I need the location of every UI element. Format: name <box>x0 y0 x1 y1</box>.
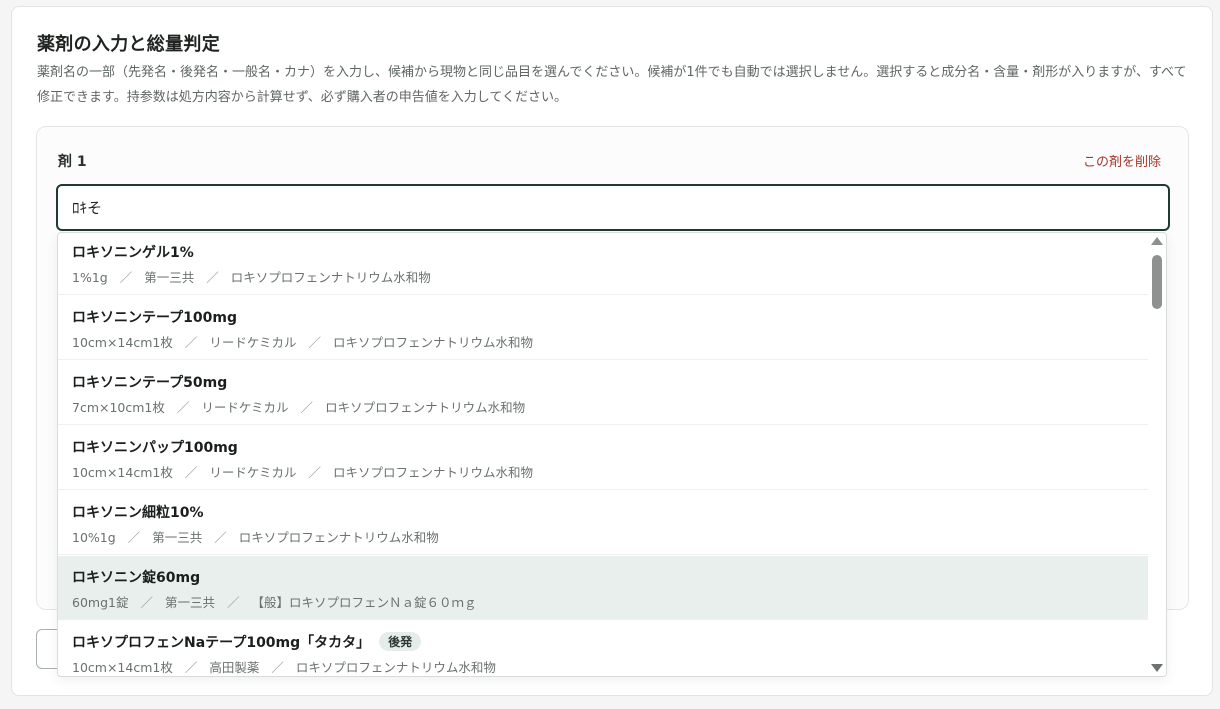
suggestion-spec: 10cm×14cm1枚 <box>72 335 173 350</box>
suggestion-spec: 7cm×10cm1枚 <box>72 400 165 415</box>
suggestion-item[interactable]: ロキソニンパップ100mg 10cm×14cm1枚 ／ リードケミカル ／ ロキソプロフェ… <box>58 426 1148 490</box>
suggestion-maker: 高田製薬 <box>209 660 260 675</box>
suggestion-name: ロキソニンテープ50mg <box>72 372 227 392</box>
separator: ／ <box>308 465 322 480</box>
scroll-up-arrow-icon[interactable] <box>1151 237 1163 245</box>
suggestion-name-text: ロキソニンパップ100mg <box>72 440 238 456</box>
suggestion-ingredient: 【般】ロキソプロフェンＮａ錠６０ｍｇ <box>251 595 477 610</box>
suggestion-spec: 60mg1錠 <box>72 595 129 610</box>
suggestion-detail: 60mg1錠 ／ 第一三共 ／ 【般】ロキソプロフェンＮａ錠６０ｍｇ <box>72 592 477 611</box>
separator: ／ <box>184 465 198 480</box>
suggestion-name-text: ロキソニンゲル1% <box>72 245 194 261</box>
suggestion-ingredient: ロキソプロフェンナトリウム水和物 <box>295 660 496 675</box>
suggestion-maker: 第一三共 <box>152 530 203 545</box>
suggestion-name: ロキソニンパップ100mg <box>72 437 238 457</box>
suggestion-item[interactable]: ロキソニンゲル1% 1%1g ／ 第一三共 ／ ロキソプロフェンナトリウム水和物 <box>58 233 1148 295</box>
suggestion-maker: 第一三共 <box>165 595 216 610</box>
suggestion-ingredient: ロキソプロフェンナトリウム水和物 <box>333 465 534 480</box>
separator: ／ <box>184 660 198 675</box>
suggestion-maker: リードケミカル <box>201 400 289 415</box>
suggestion-name-text: ロキソプロフェンNaテープ100mg「タカタ」 <box>72 635 371 651</box>
suggestion-detail: 10cm×14cm1枚 ／ 高田製薬 ／ ロキソプロフェンナトリウム水和物 <box>72 657 496 676</box>
suggestion-item[interactable]: ロキソニンテープ100mg 10cm×14cm1枚 ／ リードケミカル ／ ロキソプロフェ… <box>58 296 1148 360</box>
separator: ／ <box>140 595 153 610</box>
section-description: 薬剤名の一部（先発名・後発名・一般名・カナ）を入力し、候補から現物と同じ品目を選… <box>37 65 1187 105</box>
section-title: 薬剤の入力と総量判定 <box>37 34 220 55</box>
suggestion-ingredient: ロキソプロフェンナトリウム水和物 <box>325 400 526 415</box>
separator: ／ <box>214 530 227 545</box>
suggestion-item[interactable]: ロキソニン錠60mg 60mg1錠 ／ 第一三共 ／ 【般】ロキソプロフェンＮａ錠６０ｍｇ <box>58 556 1148 620</box>
suggestion-ingredient: ロキソプロフェンナトリウム水和物 <box>230 270 431 285</box>
delete-drug-link[interactable]: この剤を削除 <box>1083 151 1161 170</box>
suggestion-item[interactable]: ロキソニン細粒10% 10%1g ／ 第一三共 ／ ロキソプロフェンナトリウム水和物 <box>58 491 1148 555</box>
suggestion-maker: リードケミカル <box>209 465 297 480</box>
separator: ／ <box>271 660 284 675</box>
separator: ／ <box>308 335 322 350</box>
separator: ／ <box>300 400 314 415</box>
separator: ／ <box>176 400 190 415</box>
separator: ／ <box>206 270 219 285</box>
suggestion-detail: 1%1g ／ 第一三共 ／ ロキソプロフェンナトリウム水和物 <box>72 267 431 286</box>
drug-label: 剤 1 <box>58 154 87 170</box>
suggestion-name-text: ロキソニンテープ50mg <box>72 375 228 391</box>
suggestion-detail: 10cm×14cm1枚 ／ リードケミカル ／ ロキソプロフェンナトリウム水和物 <box>72 332 533 351</box>
scroll-down-arrow-icon[interactable] <box>1151 664 1163 672</box>
suggestion-item[interactable]: ロキソニンテープ50mg 7cm×10cm1枚 ／ リードケミカル ／ ロキソプロフェンナ… <box>58 361 1148 425</box>
drug-search-input[interactable] <box>56 184 1170 231</box>
suggestion-detail: 7cm×10cm1枚 ／ リードケミカル ／ ロキソプロフェンナトリウム水和物 <box>72 397 525 416</box>
suggestion-maker: 第一三共 <box>144 270 195 285</box>
suggestion-item[interactable]: ロキソプロフェンNaテープ100mg「タカタ」 後発 10cm×14cm1枚 ／ 高田製… <box>58 621 1148 676</box>
suggestion-ingredient: ロキソプロフェンナトリウム水和物 <box>333 335 534 350</box>
separator: ／ <box>227 595 240 610</box>
suggestion-name-text: ロキソニンテープ100mg <box>72 310 237 326</box>
dropdown-scrollbar[interactable] <box>1148 233 1166 676</box>
separator: ／ <box>184 335 198 350</box>
suggestion-maker: リードケミカル <box>209 335 297 350</box>
generic-badge: 後発 <box>379 632 422 651</box>
suggestion-detail: 10cm×14cm1枚 ／ リードケミカル ／ ロキソプロフェンナトリウム水和物 <box>72 462 533 481</box>
suggestion-detail: 10%1g ／ 第一三共 ／ ロキソプロフェンナトリウム水和物 <box>72 527 439 546</box>
separator: ／ <box>127 530 141 545</box>
suggestion-dropdown[interactable]: ロキソニンゲル1% 1%1g ／第一三共／ロキソプロフェンナトリウム水和物 ロキソニン… <box>57 232 1167 677</box>
suggestion-name-text: ロキソニン細粒10% <box>72 505 204 521</box>
suggestion-spec: 10cm×14cm1枚 <box>72 660 173 675</box>
suggestion-name-text: ロキソニン錠60mg <box>72 570 201 586</box>
separator: ／ <box>119 270 133 285</box>
suggestion-spec: 10cm×14cm1枚 <box>72 465 173 480</box>
scrollbar-thumb[interactable] <box>1152 255 1162 309</box>
suggestion-name: ロキソニン錠60mg <box>72 567 200 587</box>
suggestion-name: ロキソプロフェンNaテープ100mg「タカタ」 後発 <box>72 632 422 652</box>
suggestion-spec: 1%1g <box>72 270 108 285</box>
suggestion-name: ロキソニンテープ100mg <box>72 307 237 327</box>
suggestion-name: ロキソニン細粒10% <box>72 502 204 522</box>
suggestion-name: ロキソニンゲル1% <box>72 242 194 262</box>
suggestion-spec: 10%1g <box>72 530 116 545</box>
suggestion-ingredient: ロキソプロフェンナトリウム水和物 <box>238 530 439 545</box>
